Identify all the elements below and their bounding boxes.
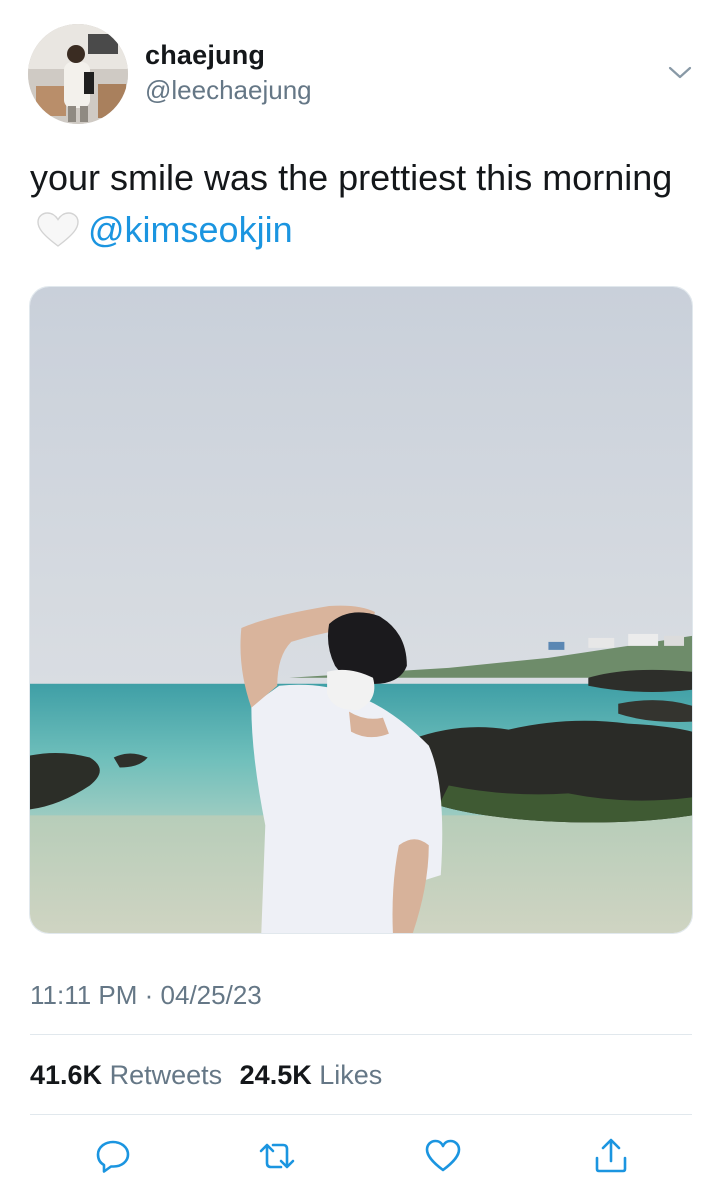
white-heart-icon <box>36 210 80 247</box>
heart-icon[interactable] <box>423 1136 463 1176</box>
divider <box>30 1034 692 1035</box>
author-handle[interactable]: @leechaejung <box>145 75 312 106</box>
retweets-label: Retweets <box>109 1060 223 1090</box>
avatar[interactable] <box>28 24 128 124</box>
reply-icon[interactable] <box>93 1136 133 1176</box>
tweet-text: your smile was the prettiest this mornin… <box>30 152 690 256</box>
tweet-photo[interactable] <box>29 286 693 934</box>
photo-image <box>30 287 692 933</box>
likes-count: 24.5K <box>239 1060 312 1090</box>
tweet-stats: 41.6K Retweets 24.5K Likes <box>30 1060 392 1091</box>
likes-stat[interactable]: 24.5K Likes <box>240 1060 383 1090</box>
tweet-text-body: your smile was the prettiest this mornin… <box>30 157 673 198</box>
share-icon[interactable] <box>591 1136 631 1176</box>
retweet-icon[interactable] <box>257 1136 297 1176</box>
avatar-image <box>28 24 128 124</box>
mention-link[interactable]: @kimseokjin <box>88 209 293 250</box>
retweets-count: 41.6K <box>30 1060 103 1090</box>
divider <box>30 1114 692 1115</box>
retweets-stat[interactable]: 41.6K Retweets <box>30 1060 222 1090</box>
author-display-name[interactable]: chaejung <box>145 40 265 71</box>
tweet-timestamp: 11:11 PM · 04/25/23 <box>30 980 262 1010</box>
chevron-down-icon[interactable] <box>666 60 694 84</box>
likes-label: Likes <box>319 1060 383 1090</box>
